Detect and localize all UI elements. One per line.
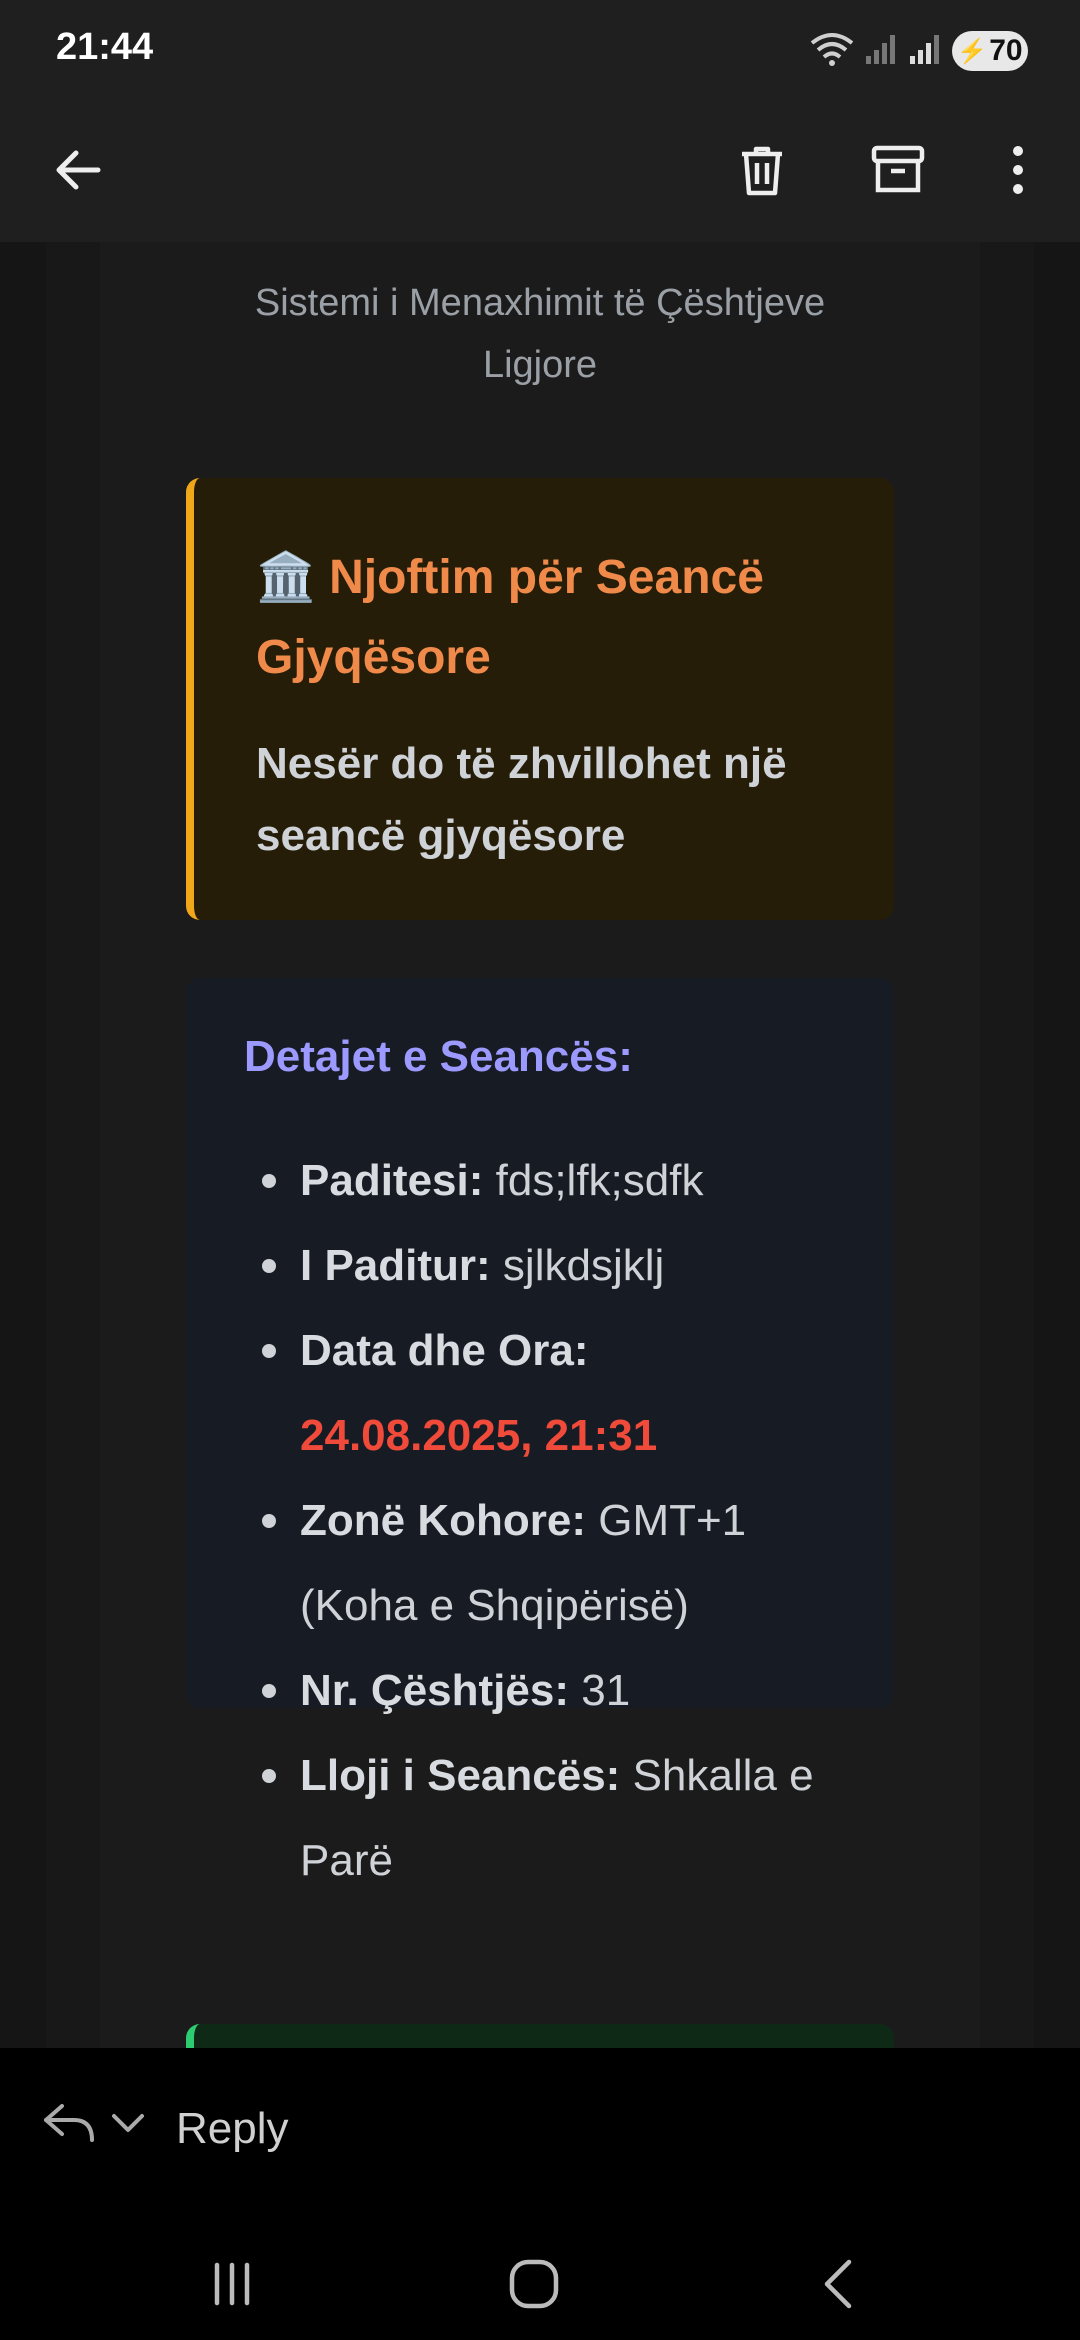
detail-plaintiff: Paditesi: fds;lfk;sdfk [186, 1138, 894, 1223]
system-subtitle: Sistemi i Menaxhimit të Çështjeve Ligjor… [254, 282, 826, 386]
nav-back-button[interactable] [790, 2244, 890, 2324]
recent-apps-button[interactable] [182, 2244, 282, 2324]
back-button[interactable] [38, 130, 118, 210]
detail-defendant: I Paditur: sjlkdsjklj [186, 1223, 894, 1308]
detail-label: I Paditur: [300, 1241, 491, 1290]
details-list: Paditesi: fds;lfk;sdfk I Paditur: sjlkds… [186, 1138, 894, 1903]
archive-icon [871, 145, 925, 193]
detail-label: Zonë Kohore: [300, 1496, 586, 1545]
alert-title: 🏛️ Njoftim për Seancë Gjyqësore [256, 538, 856, 698]
email-body: Sistemi i Menaxhimit të Çështjeve Ligjor… [0, 242, 1080, 2048]
detail-label: Nr. Çështjës: [300, 1666, 569, 1715]
detail-value: fds;lfk;sdfk [495, 1156, 704, 1205]
detail-value: 31 [581, 1666, 631, 1715]
signal-icon-2 [908, 32, 942, 71]
hearing-alert-box: 🏛️ Njoftim për Seancë Gjyqësore Nesër do… [186, 478, 894, 920]
status-time: 21:44 [56, 26, 154, 68]
alert-title-text: Njoftim për Seancë Gjyqësore [256, 551, 764, 684]
detail-label: Lloji i Seancës: [300, 1751, 621, 1800]
detail-timezone: Zonë Kohore: GMT+1 (Koha e Shqipërisë) [186, 1478, 894, 1648]
detail-label: Data dhe Ora: [300, 1326, 589, 1375]
signal-icon-1 [864, 32, 898, 71]
detail-value: sjlkdsjklj [502, 1241, 665, 1290]
detail-date-value: 24.08.2025, 21:31 [300, 1411, 658, 1460]
reply-button[interactable]: Reply [176, 2104, 289, 2154]
wifi-icon [810, 31, 854, 72]
hearing-details-box: Detajet e Seancës: Paditesi: fds;lfk;sdf… [186, 978, 894, 1885]
battery-level: 70 [989, 34, 1023, 67]
detail-label: Paditesi: [300, 1156, 484, 1205]
system-nav-bar [0, 2224, 1080, 2340]
battery-bolt-icon: ⚡ [957, 37, 988, 65]
detail-hearing-type: Lloji i Seancës: Shkalla e Parë [186, 1733, 894, 1903]
more-options-button[interactable] [978, 130, 1058, 210]
status-icons: ⚡ 70 [810, 30, 1028, 72]
home-icon [509, 2259, 559, 2309]
alert-subtitle: Nesër do të zhvillohet një seancë gjyqës… [256, 739, 787, 860]
recent-apps-icon [214, 2262, 250, 2306]
reply-icon[interactable] [40, 2098, 98, 2153]
battery-indicator: ⚡ 70 [952, 31, 1028, 71]
details-title: Detajet e Seancës: [244, 1032, 633, 1081]
delete-button[interactable] [722, 130, 802, 210]
detail-case-number: Nr. Çështjës: 31 [186, 1648, 894, 1733]
status-bar: 21:44 ⚡ 70 [0, 0, 1080, 100]
reply-bar: Reply [0, 2048, 1080, 2224]
more-vertical-icon [1013, 146, 1023, 194]
archive-button[interactable] [858, 130, 938, 210]
email-toolbar [0, 100, 1080, 242]
chevron-down-icon[interactable] [108, 2108, 148, 2143]
next-section-box [186, 2024, 894, 2048]
trash-icon [742, 146, 782, 196]
detail-datetime: Data dhe Ora: 24.08.2025, 21:31 [186, 1308, 894, 1478]
home-button[interactable] [484, 2244, 584, 2324]
courthouse-icon: 🏛️ [256, 551, 316, 604]
arrow-left-icon [56, 150, 101, 190]
chevron-left-icon [824, 2259, 852, 2309]
